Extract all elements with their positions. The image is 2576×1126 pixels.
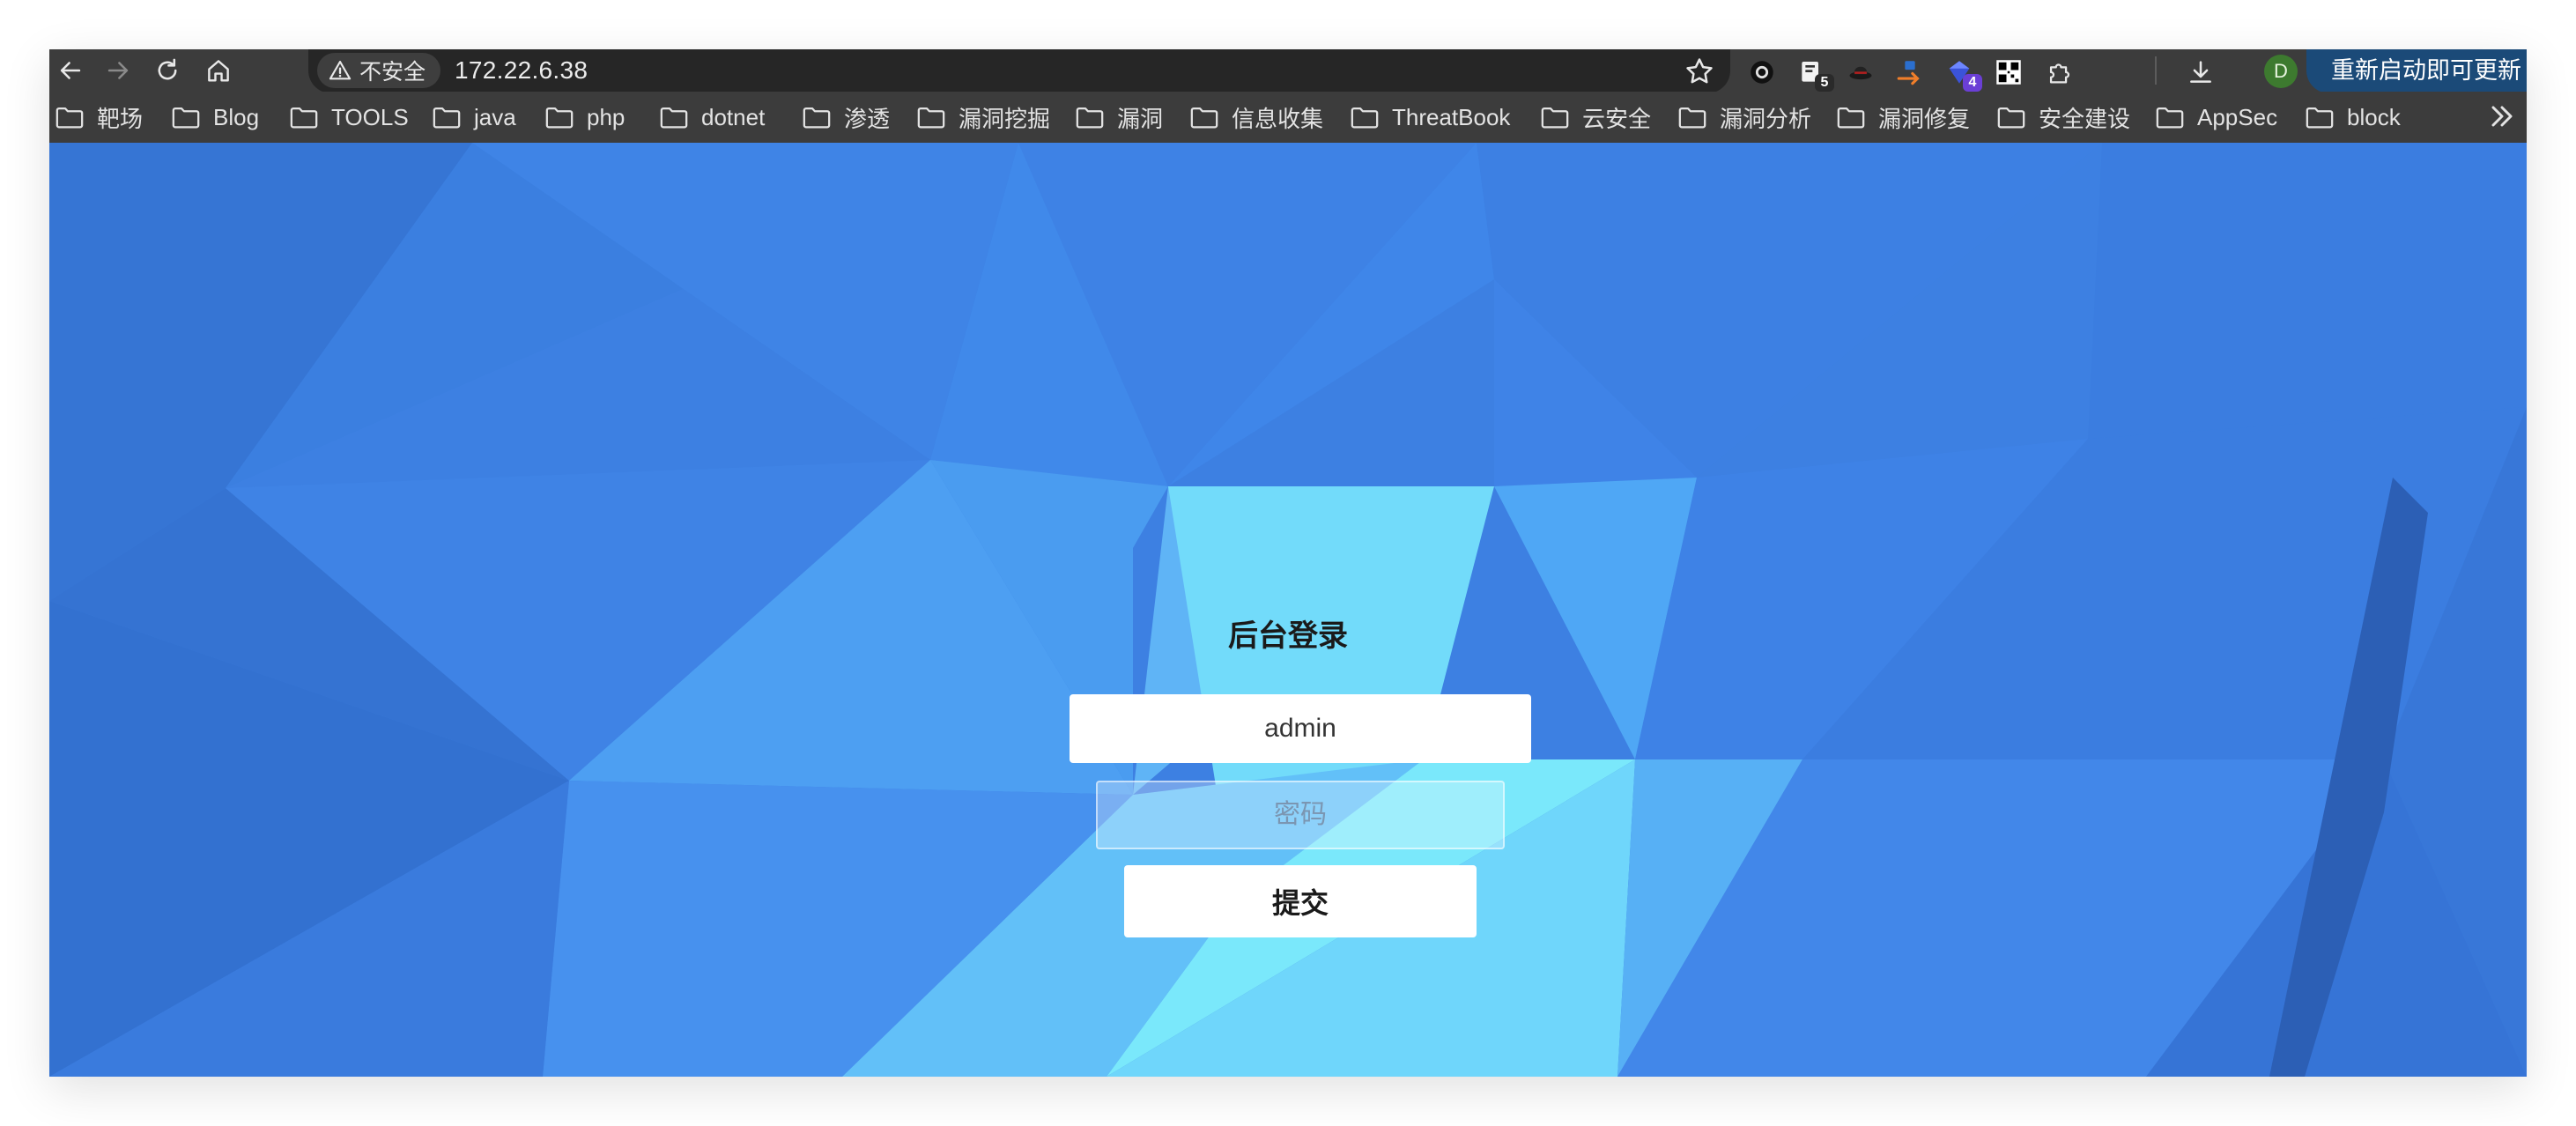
bookmark-folder[interactable]: 漏洞修复: [1836, 92, 1970, 143]
bookmark-folder[interactable]: dotnet: [659, 92, 765, 143]
bookmark-label: 安全建设: [2039, 105, 2131, 132]
bookmark-folder[interactable]: AppSec: [2155, 92, 2277, 143]
puzzle-extensions-icon[interactable]: [2040, 53, 2079, 92]
warning-icon: [329, 61, 352, 80]
bookmarks-bar: 靶场 Blog TOOLS java php dotnet 渗透 漏洞挖掘 漏洞…: [49, 92, 2527, 143]
folder-icon: [1997, 107, 2025, 129]
bookmark-label: 漏洞: [1117, 105, 1164, 132]
bookmark-folder[interactable]: 云安全: [1540, 92, 1651, 143]
bookmark-folder[interactable]: block: [2305, 92, 2401, 143]
bookmark-folder[interactable]: 漏洞: [1075, 92, 1163, 143]
browser-toolbar: 不安全 172.22.6.38 5 4 D 重新启动即可更新: [49, 49, 2527, 93]
folder-icon: [1351, 107, 1379, 129]
bookmark-label: 漏洞挖掘: [959, 105, 1051, 132]
folder-icon: [2156, 107, 2184, 129]
bookmark-label: AppSec: [2197, 103, 2278, 130]
gem-extension-icon[interactable]: 4: [1940, 53, 1982, 92]
security-indicator[interactable]: 不安全: [317, 53, 440, 88]
bookmark-label: 云安全: [1582, 105, 1652, 132]
clipboard-extension-icon[interactable]: 5: [1792, 53, 1834, 92]
submit-button[interactable]: 提交: [1124, 865, 1477, 937]
page-content: 后台登录 提交: [49, 143, 2527, 1077]
folder-icon: [660, 107, 688, 129]
bookmark-star-icon[interactable]: [1683, 55, 1716, 88]
bookmark-folder[interactable]: 靶场: [55, 92, 143, 143]
bookmark-folder[interactable]: ThreatBook: [1350, 92, 1510, 143]
security-label: 不安全: [359, 60, 426, 85]
bookmark-folder[interactable]: 漏洞分析: [1677, 92, 1811, 143]
extension-badge: 5: [1815, 74, 1834, 92]
arrow-extension-icon[interactable]: [1891, 53, 1929, 92]
reload-button[interactable]: [146, 49, 189, 92]
folder-icon: [433, 107, 461, 129]
circle-record-extension-icon[interactable]: [1743, 53, 1781, 92]
bookmark-folder[interactable]: 信息收集: [1189, 92, 1323, 143]
profile-avatar[interactable]: D: [2264, 55, 2298, 88]
forward-button[interactable]: [97, 49, 139, 92]
folder-icon: [545, 107, 574, 129]
folder-icon: [56, 107, 84, 129]
bookmark-label: 漏洞分析: [1720, 105, 1812, 132]
folder-icon: [1837, 107, 1865, 129]
bookmark-folder[interactable]: 渗透: [802, 92, 890, 143]
url-text[interactable]: 172.22.6.38: [455, 49, 588, 92]
qr-extension-icon[interactable]: [1989, 53, 2028, 92]
username-input[interactable]: [1070, 694, 1531, 763]
bookmark-label: 靶场: [97, 105, 144, 132]
bookmark-folder[interactable]: php: [544, 92, 625, 143]
bookmark-folder[interactable]: java: [432, 92, 516, 143]
folder-icon: [917, 107, 945, 129]
bookmark-label: 渗透: [844, 105, 891, 132]
folder-icon: [803, 107, 831, 129]
bookmark-label: 漏洞修复: [1878, 105, 1971, 132]
bookmark-folder[interactable]: TOOLS: [289, 92, 409, 143]
home-button[interactable]: [197, 49, 240, 92]
download-icon[interactable]: [2181, 53, 2220, 92]
address-bar[interactable]: 不安全 172.22.6.38: [308, 49, 1730, 93]
bookmark-label: dotnet: [701, 103, 766, 130]
bookmark-folder[interactable]: Blog: [171, 92, 259, 143]
forward-arrow-icon: [107, 62, 129, 79]
restart-to-update-button[interactable]: 重新启动即可更新: [2306, 49, 2527, 93]
home-icon: [208, 60, 229, 82]
bookmark-folder[interactable]: 安全建设: [1996, 92, 2130, 143]
folder-icon: [172, 107, 200, 129]
bookmark-folder[interactable]: 漏洞挖掘: [916, 92, 1050, 143]
folder-icon: [2306, 107, 2334, 129]
back-button[interactable]: [49, 49, 92, 92]
folder-icon: [1190, 107, 1218, 129]
hat-extension-icon[interactable]: [1841, 53, 1880, 92]
bookmark-label: php: [587, 103, 625, 130]
browser-window: 不安全 172.22.6.38 5 4 D 重新启动即可更新 靶场 Blog T…: [49, 49, 2527, 1077]
folder-icon: [290, 107, 318, 129]
reload-icon: [158, 58, 177, 80]
bookmark-label: TOOLS: [331, 103, 409, 130]
login-title: 后台登录: [1228, 619, 1348, 653]
chevron-double-right-icon[interactable]: [2484, 99, 2520, 134]
toolbar-divider: [2155, 56, 2157, 85]
extension-badge: 4: [1963, 74, 1982, 92]
bookmark-label: ThreatBook: [1392, 103, 1511, 130]
bookmark-label: Blog: [213, 103, 260, 130]
bookmark-label: block: [2347, 103, 2401, 130]
bookmark-label: java: [474, 103, 516, 130]
back-arrow-icon: [60, 62, 81, 79]
folder-icon: [1541, 107, 1569, 129]
bookmark-label: 信息收集: [1232, 105, 1324, 132]
password-input[interactable]: [1096, 781, 1505, 849]
folder-icon: [1678, 107, 1706, 129]
folder-icon: [1076, 107, 1104, 129]
